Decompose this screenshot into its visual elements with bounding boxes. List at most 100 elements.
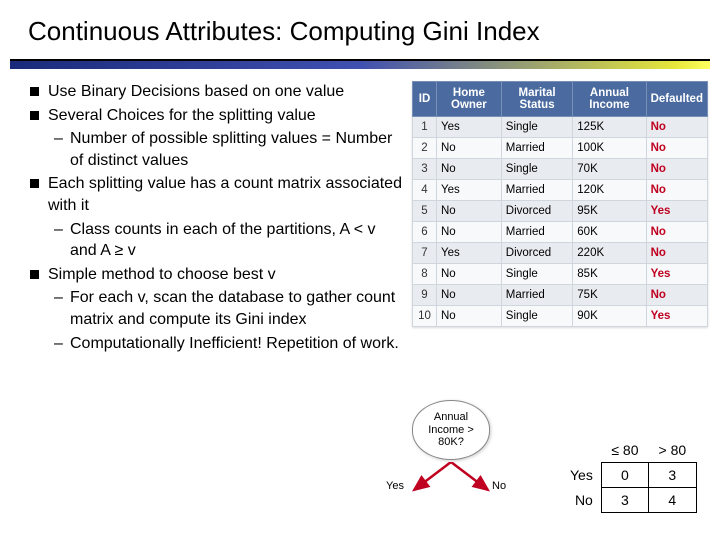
decision-node: Annual Income > 80K? xyxy=(412,400,490,460)
table-row: 1YesSingle125KNo xyxy=(413,117,708,138)
sub-bullet-item: Number of possible splitting values = Nu… xyxy=(48,128,404,171)
table-row: 3NoSingle70KNo xyxy=(413,159,708,180)
cell-income: 90K xyxy=(573,306,646,327)
sub-bullet-item: For each v, scan the database to gather … xyxy=(48,287,404,330)
table-header-row: ID Home Owner Marital Status Annual Inco… xyxy=(413,82,708,117)
cell-defaulted: No xyxy=(646,117,707,138)
data-table: ID Home Owner Marital Status Annual Inco… xyxy=(412,81,708,327)
cm-row-header: Yes xyxy=(560,463,601,488)
arrow-icon xyxy=(396,462,506,496)
cm-row-header: No xyxy=(560,488,601,513)
cell-marital: Married xyxy=(501,285,572,306)
table-row: 10NoSingle90KYes xyxy=(413,306,708,327)
cell-defaulted: No xyxy=(646,243,707,264)
cm-col-header: ≤ 80 xyxy=(601,438,648,463)
cell-id: 5 xyxy=(413,201,437,222)
data-table-column: ID Home Owner Marital Status Annual Inco… xyxy=(412,81,710,356)
cell-marital: Married xyxy=(501,180,572,201)
cell-id: 9 xyxy=(413,285,437,306)
cell-marital: Married xyxy=(501,138,572,159)
cell-income: 100K xyxy=(573,138,646,159)
table-row: 7YesDivorced220KNo xyxy=(413,243,708,264)
cell-id: 2 xyxy=(413,138,437,159)
content-area: Use Binary Decisions based on one value … xyxy=(0,81,720,356)
cell-id: 6 xyxy=(413,222,437,243)
cell-income: 120K xyxy=(573,180,646,201)
cell-homeowner: Yes xyxy=(437,243,502,264)
cell-homeowner: No xyxy=(437,285,502,306)
node-label: Annual Income > 80K? xyxy=(415,411,487,449)
col-header: ID xyxy=(413,82,437,117)
bullet-text: Simple method to choose best v xyxy=(48,266,276,283)
sub-bullet-text: Number of possible splitting values = Nu… xyxy=(70,130,392,169)
cell-homeowner: No xyxy=(437,264,502,285)
cell-marital: Divorced xyxy=(501,243,572,264)
cell-id: 7 xyxy=(413,243,437,264)
cell-marital: Married xyxy=(501,222,572,243)
branch-label-no: No xyxy=(492,480,506,492)
blank-cell xyxy=(560,438,601,463)
cell-defaulted: No xyxy=(646,159,707,180)
cell-income: 85K xyxy=(573,264,646,285)
decision-arrows: Yes No xyxy=(396,462,506,496)
col-header: Defaulted xyxy=(646,82,707,117)
cell-homeowner: Yes xyxy=(437,117,502,138)
bullet-item: Simple method to choose best v For each … xyxy=(28,264,404,354)
table-body: 1YesSingle125KNo2NoMarried100KNo3NoSingl… xyxy=(413,117,708,327)
accent-bar xyxy=(10,61,710,69)
col-header: Marital Status xyxy=(501,82,572,117)
sub-bullet-item: Class counts in each of the partitions, … xyxy=(48,219,404,262)
cell-income: 220K xyxy=(573,243,646,264)
branch-label-yes: Yes xyxy=(386,480,404,492)
cell-homeowner: No xyxy=(437,138,502,159)
table-row: 6NoMarried60KNo xyxy=(413,222,708,243)
cell-defaulted: Yes xyxy=(646,306,707,327)
cell-income: 60K xyxy=(573,222,646,243)
bullet-text: Each splitting value has a count matrix … xyxy=(48,175,402,214)
count-matrix-table: ≤ 80 > 80 Yes 0 3 No 3 4 xyxy=(560,438,697,513)
cell-marital: Single xyxy=(501,264,572,285)
cell-defaulted: No xyxy=(646,222,707,243)
cell-defaulted: Yes xyxy=(646,201,707,222)
cm-cell: 0 xyxy=(601,463,648,488)
cm-cell: 4 xyxy=(649,488,697,513)
cell-id: 8 xyxy=(413,264,437,285)
bullet-text: Use Binary Decisions based on one value xyxy=(48,83,344,100)
cell-defaulted: No xyxy=(646,138,707,159)
bullet-item: Each splitting value has a count matrix … xyxy=(28,173,404,261)
cell-homeowner: No xyxy=(437,201,502,222)
cell-homeowner: Yes xyxy=(437,180,502,201)
cell-income: 70K xyxy=(573,159,646,180)
cell-homeowner: No xyxy=(437,306,502,327)
bullet-item: Several Choices for the splitting value … xyxy=(28,105,404,172)
cell-defaulted: No xyxy=(646,285,707,306)
sub-bullet-text: Class counts in each of the partitions, … xyxy=(70,221,376,260)
table-row: 4YesMarried120KNo xyxy=(413,180,708,201)
table-row: 9NoMarried75KNo xyxy=(413,285,708,306)
cell-homeowner: No xyxy=(437,159,502,180)
cell-id: 4 xyxy=(413,180,437,201)
cell-income: 125K xyxy=(573,117,646,138)
bullet-column: Use Binary Decisions based on one value … xyxy=(28,81,404,356)
cell-marital: Divorced xyxy=(501,201,572,222)
cell-marital: Single xyxy=(501,159,572,180)
sub-bullet-item: Computationally Inefficient! Repetition … xyxy=(48,333,404,355)
count-matrix: ≤ 80 > 80 Yes 0 3 No 3 4 xyxy=(560,438,697,513)
bullet-list: Use Binary Decisions based on one value … xyxy=(28,81,404,354)
cm-cell: 3 xyxy=(649,463,697,488)
table-row: 8NoSingle85KYes xyxy=(413,264,708,285)
cell-defaulted: No xyxy=(646,180,707,201)
bullet-item: Use Binary Decisions based on one value xyxy=(28,81,404,103)
cell-id: 1 xyxy=(413,117,437,138)
cell-homeowner: No xyxy=(437,222,502,243)
cell-marital: Single xyxy=(501,306,572,327)
slide-title: Continuous Attributes: Computing Gini In… xyxy=(0,0,720,55)
cell-income: 95K xyxy=(573,201,646,222)
table-row: 2NoMarried100KNo xyxy=(413,138,708,159)
bullet-text: Several Choices for the splitting value xyxy=(48,107,316,124)
cell-id: 3 xyxy=(413,159,437,180)
col-header: Annual Income xyxy=(573,82,646,117)
sub-bullet-text: For each v, scan the database to gather … xyxy=(70,289,395,328)
cm-cell: 3 xyxy=(601,488,648,513)
cm-col-header: > 80 xyxy=(649,438,697,463)
